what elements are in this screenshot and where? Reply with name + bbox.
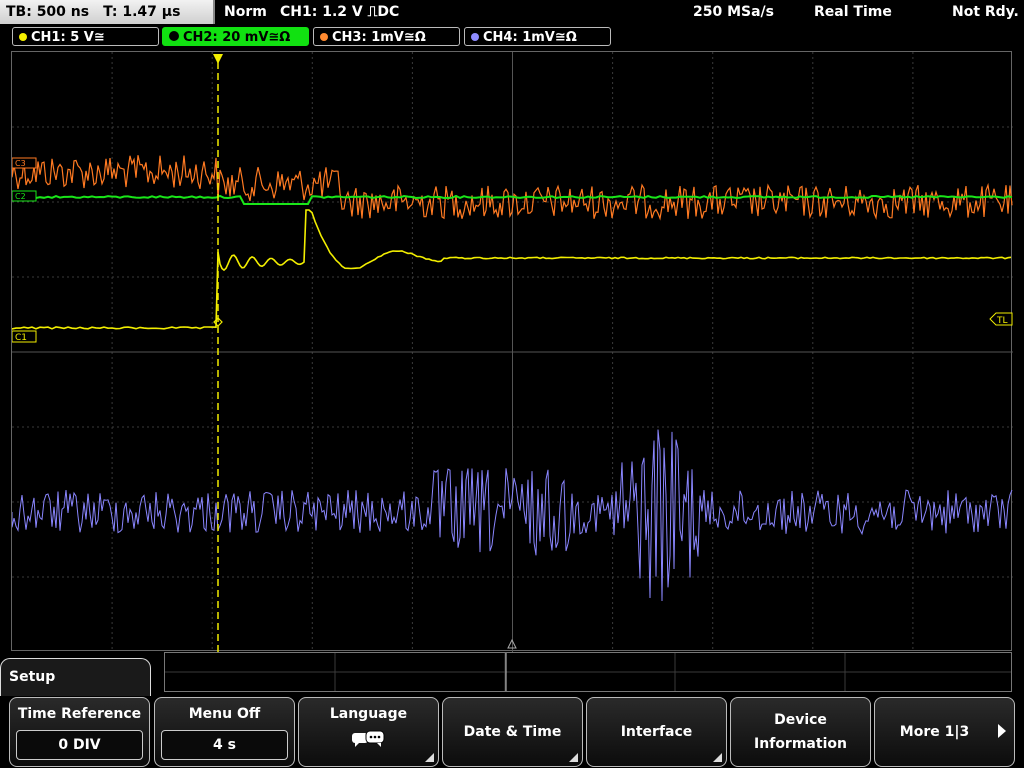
tab-ch4[interactable]: CH4: 1mV≅Ω <box>464 27 611 46</box>
device-information-label-1: Device <box>774 712 827 728</box>
date-time-label: Date & Time <box>463 724 562 740</box>
time-reference-value: 0 DIV <box>16 730 143 760</box>
ch1-trace <box>12 209 1012 330</box>
menu-title-setup: Setup <box>0 658 151 698</box>
channel-tabs: CH1: 5 V≅ CH2: 20 mV≅Ω CH3: 1mV≅Ω CH4: 1… <box>0 26 1024 48</box>
interface-label: Interface <box>620 724 693 740</box>
timebase-box[interactable]: TB: 500 ns T: 1.47 µs <box>0 0 215 24</box>
ch3-marker-label: C3 <box>15 159 26 168</box>
tab-ch4-label: CH4: 1mV≅Ω <box>483 30 577 45</box>
date-time-button[interactable]: Date & Time <box>442 697 583 767</box>
menu-off-value: 4 s <box>161 730 288 760</box>
tab-ch1-label: CH1: 5 V≅ <box>31 30 105 45</box>
language-label: Language <box>329 706 408 722</box>
submenu-corner-icon <box>713 753 722 762</box>
submenu-corner-icon <box>569 753 578 762</box>
waveform-display[interactable]: C3 C2 C1 TL <box>11 51 1013 652</box>
speech-bubbles-icon <box>352 730 385 747</box>
waveform-svg: C3 C2 C1 TL <box>12 52 1013 652</box>
menu-off-label: Menu Off <box>188 706 261 722</box>
device-information-label-2: Information <box>754 736 847 752</box>
menu-off-button[interactable]: Menu Off 4 s <box>154 697 295 767</box>
language-button[interactable]: Language <box>298 697 439 767</box>
device-information-button[interactable]: Device Information <box>730 697 871 767</box>
sample-rate: 250 MSa/s <box>693 4 775 20</box>
tab-ch3-label: CH3: 1mV≅Ω <box>332 30 426 45</box>
more-label: More 1|3 <box>899 724 970 740</box>
tab-ch3[interactable]: CH3: 1mV≅Ω <box>313 27 460 46</box>
ready-status: Not Rdy. <box>952 4 1019 20</box>
status-bar: TB: 500 ns T: 1.47 µs Norm CH1: 1.2 V ⎍DC… <box>0 0 1024 25</box>
more-arrow-icon <box>998 724 1006 738</box>
tab-ch1[interactable]: CH1: 5 V≅ <box>12 27 159 46</box>
trigger-position-icon <box>213 54 223 64</box>
menu-title: Setup <box>9 669 56 685</box>
trigger-time-readout: T: 1.47 µs <box>103 4 181 20</box>
zoom-strip-svg <box>165 653 1011 691</box>
graticule <box>12 52 1013 652</box>
ch1-dot-icon <box>19 33 27 41</box>
submenu-corner-icon <box>425 753 434 762</box>
tab-ch2[interactable]: CH2: 20 mV≅Ω <box>162 27 309 46</box>
timebase-readout: TB: 500 ns <box>6 4 90 20</box>
ch4-dot-icon <box>471 33 479 41</box>
time-reference-button[interactable]: Time Reference 0 DIV <box>9 697 150 767</box>
trigger-mode: Norm <box>224 4 267 20</box>
interface-button[interactable]: Interface <box>586 697 727 767</box>
ch2-marker-label: C2 <box>15 192 26 201</box>
more-button[interactable]: More 1|3 <box>874 697 1015 767</box>
ch1-marker-label: C1 <box>15 333 27 343</box>
trigger-source: CH1: 1.2 V ⎍DC <box>280 4 400 20</box>
tab-ch2-label: CH2: 20 mV≅Ω <box>183 30 291 45</box>
zoom-strip <box>164 652 1012 692</box>
ch3-dot-icon <box>320 33 328 41</box>
trigger-level-label: TL <box>996 316 1008 326</box>
ch2-dot-icon <box>169 31 179 41</box>
acquisition-mode: Real Time <box>814 4 892 20</box>
time-reference-label: Time Reference <box>17 706 142 722</box>
